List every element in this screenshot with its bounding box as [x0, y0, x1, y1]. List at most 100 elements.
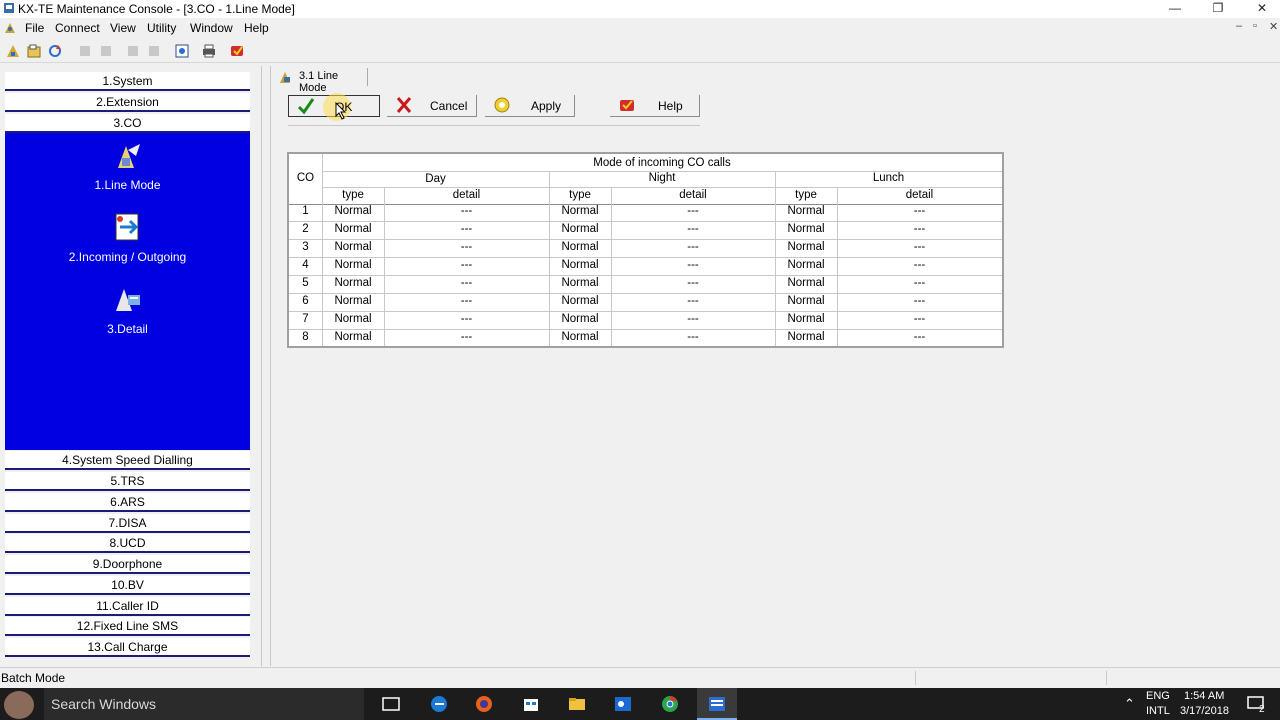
lunch-detail-cell[interactable]: --- — [837, 329, 1002, 347]
night-detail-cell[interactable]: --- — [611, 311, 775, 329]
mdi-restore-button[interactable]: ▫ — [1253, 20, 1257, 32]
edge-icon[interactable] — [429, 694, 449, 714]
tab-line-mode[interactable]: 3.1 Line Mode — [276, 68, 368, 94]
lunch-detail-cell[interactable]: --- — [837, 257, 1002, 275]
subnav-line-mode[interactable]: 1.Line Mode — [5, 178, 250, 192]
night-detail-cell[interactable]: --- — [611, 203, 775, 221]
language-bottom[interactable]: INTL — [1146, 705, 1170, 717]
nav-item-system-speed-dialling[interactable]: 4.System Speed Dialling — [5, 451, 250, 470]
next-icon[interactable] — [97, 42, 115, 60]
nav-item-disa[interactable]: 7.DISA — [5, 514, 250, 533]
clock-date[interactable]: 3/17/2018 — [1180, 705, 1229, 717]
day-type-cell[interactable]: Normal — [322, 257, 384, 275]
night-type-cell[interactable]: Normal — [549, 239, 611, 257]
language-top[interactable]: ENG — [1146, 690, 1170, 702]
refresh-icon[interactable] — [46, 42, 64, 60]
nav-item-bv[interactable]: 10.BV — [5, 576, 250, 595]
day-type-cell[interactable]: Normal — [322, 329, 384, 347]
lunch-type-cell[interactable]: Normal — [775, 239, 837, 257]
lunch-type-cell[interactable]: Normal — [775, 329, 837, 347]
mdi-child-icon[interactable] — [3, 21, 17, 35]
lunch-detail-cell[interactable]: --- — [837, 203, 1002, 221]
menu-view[interactable]: View — [110, 21, 136, 35]
day-detail-cell[interactable]: --- — [384, 239, 549, 257]
nav-item-ucd[interactable]: 8.UCD — [5, 534, 250, 553]
avatar[interactable] — [4, 691, 34, 719]
open-file-icon[interactable] — [25, 42, 43, 60]
day-type-cell[interactable]: Normal — [322, 203, 384, 221]
ok-button[interactable]: OK — [288, 93, 380, 121]
day-type-cell[interactable]: Normal — [322, 239, 384, 257]
lunch-type-cell[interactable]: Normal — [775, 311, 837, 329]
line-mode-icon[interactable] — [112, 140, 144, 172]
outlook-icon[interactable] — [613, 694, 633, 714]
night-type-cell[interactable]: Normal — [549, 275, 611, 293]
lunch-detail-cell[interactable]: --- — [837, 293, 1002, 311]
lunch-detail-cell[interactable]: --- — [837, 311, 1002, 329]
apply-button[interactable]: Apply — [485, 95, 575, 117]
detail-icon[interactable] — [112, 283, 144, 315]
firefox-icon[interactable] — [474, 694, 494, 714]
file-explorer-icon[interactable] — [567, 694, 587, 714]
restore-button[interactable]: ❐ — [1195, 0, 1241, 18]
menu-connect[interactable]: Connect — [55, 21, 100, 35]
minimize-button[interactable]: — — [1152, 0, 1198, 18]
menu-window[interactable]: Window — [190, 21, 233, 35]
subnav-detail[interactable]: 3.Detail — [5, 322, 250, 336]
close-button[interactable]: ✕ — [1239, 0, 1280, 18]
night-detail-cell[interactable]: --- — [611, 329, 775, 347]
night-type-cell[interactable]: Normal — [549, 221, 611, 239]
menu-help[interactable]: Help — [244, 21, 269, 35]
lunch-type-cell[interactable]: Normal — [775, 293, 837, 311]
cancel-button[interactable]: Cancel — [387, 95, 477, 117]
nav-item-trs[interactable]: 5.TRS — [5, 472, 250, 491]
print-icon[interactable] — [200, 42, 218, 60]
day-detail-cell[interactable]: --- — [384, 221, 549, 239]
mdi-minimize-button[interactable]: – — [1236, 20, 1242, 32]
night-type-cell[interactable]: Normal — [549, 203, 611, 221]
day-type-cell[interactable]: Normal — [322, 293, 384, 311]
subnav-incoming-outgoing[interactable]: 2.Incoming / Outgoing — [5, 250, 250, 264]
nav-item-call-charge[interactable]: 13.Call Charge — [5, 638, 250, 657]
day-detail-cell[interactable]: --- — [384, 293, 549, 311]
chrome-icon[interactable] — [660, 694, 680, 714]
nav-item-co[interactable]: 3.CO — [5, 114, 250, 133]
lunch-type-cell[interactable]: Normal — [775, 257, 837, 275]
night-detail-cell[interactable]: --- — [611, 257, 775, 275]
paste-icon[interactable] — [145, 42, 163, 60]
menu-utility[interactable]: Utility — [147, 21, 176, 35]
nav-item-ars[interactable]: 6.ARS — [5, 493, 250, 512]
help-button[interactable]: Help — [610, 95, 700, 117]
nav-item-system[interactable]: 1.System — [5, 72, 250, 91]
night-detail-cell[interactable]: --- — [611, 221, 775, 239]
preview-icon[interactable] — [173, 42, 191, 60]
store-icon[interactable] — [521, 694, 541, 714]
nav-item-fixed-line-sms[interactable]: 12.Fixed Line SMS — [5, 617, 250, 636]
connect-icon[interactable] — [4, 42, 22, 60]
maintenance-console-icon[interactable] — [707, 694, 727, 714]
lunch-type-cell[interactable]: Normal — [775, 221, 837, 239]
night-detail-cell[interactable]: --- — [611, 275, 775, 293]
night-type-cell[interactable]: Normal — [549, 311, 611, 329]
lunch-detail-cell[interactable]: --- — [837, 275, 1002, 293]
lunch-detail-cell[interactable]: --- — [837, 221, 1002, 239]
day-detail-cell[interactable]: --- — [384, 311, 549, 329]
nav-item-doorphone[interactable]: 9.Doorphone — [5, 555, 250, 574]
day-type-cell[interactable]: Normal — [322, 221, 384, 239]
lunch-type-cell[interactable]: Normal — [775, 203, 837, 221]
night-detail-cell[interactable]: --- — [611, 239, 775, 257]
nav-item-caller-id[interactable]: 11.Caller ID — [5, 597, 250, 616]
copy-icon[interactable] — [124, 42, 142, 60]
chevron-up-icon[interactable]: ⌃ — [1124, 696, 1135, 712]
lunch-type-cell[interactable]: Normal — [775, 275, 837, 293]
night-type-cell[interactable]: Normal — [549, 257, 611, 275]
menu-file[interactable]: File — [25, 21, 44, 35]
nav-item-extension[interactable]: 2.Extension — [5, 93, 250, 112]
day-type-cell[interactable]: Normal — [322, 275, 384, 293]
night-type-cell[interactable]: Normal — [549, 329, 611, 347]
night-detail-cell[interactable]: --- — [611, 293, 775, 311]
day-type-cell[interactable]: Normal — [322, 311, 384, 329]
lunch-detail-cell[interactable]: --- — [837, 239, 1002, 257]
task-view-icon[interactable] — [381, 694, 401, 714]
mdi-close-button[interactable]: ✕ — [1269, 20, 1278, 33]
